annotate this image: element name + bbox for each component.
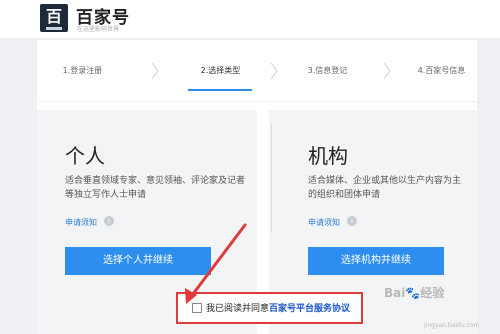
personal-title: 个人 xyxy=(65,144,105,168)
step-login: 1.登录注册 xyxy=(62,66,103,75)
brand-slogan: 在这里影响世界 xyxy=(77,26,120,33)
logo-glyph: 百 xyxy=(45,7,62,26)
logo-accent xyxy=(46,27,62,30)
baidu-jingyan-watermark: Bai🐾经验 xyxy=(384,286,445,300)
baijiahao-logo-icon[interactable]: 百 xyxy=(40,4,68,32)
org-description: 适合媒体、企业或其他以生产内容为主的组织和团体申请 xyxy=(308,176,462,200)
org-title: 机构 xyxy=(308,144,348,168)
active-step-indicator xyxy=(188,89,252,91)
card-divider xyxy=(271,123,272,233)
agreement-text: 我已阅读并同意百家号平台服务协议 xyxy=(206,301,350,314)
agreement-highlight-box: 我已阅读并同意百家号平台服务协议 xyxy=(176,292,363,324)
service-agreement-link[interactable]: 百家号平台服务协议 xyxy=(269,304,350,314)
chevron-right-icon xyxy=(151,62,159,80)
watermark-url: jingyan.baidu.com xyxy=(424,322,480,329)
top-header: 百 百家号 在这里影响世界 xyxy=(0,0,500,38)
step-select-type: 2.选择类型 xyxy=(200,66,241,75)
agree-checkbox[interactable] xyxy=(192,303,202,313)
agreement-prefix: 我已阅读并同意 xyxy=(206,304,270,314)
chevron-right-icon xyxy=(270,62,278,80)
steps-divider xyxy=(37,101,477,102)
personal-apply-note-link[interactable]: 申请须知 xyxy=(65,217,97,228)
personal-description: 适合垂直领域专家、意见领袖、评论家及记者等独立写作人士申请 xyxy=(65,176,246,200)
select-personal-button[interactable]: 选择个人并继续 xyxy=(65,247,211,275)
step-info-register: 3.信息登记 xyxy=(307,66,348,75)
step-progress: 1.登录注册 2.选择类型 3.信息登记 4.百家号信息 xyxy=(37,40,477,110)
info-icon[interactable]: i xyxy=(347,216,357,226)
info-icon[interactable]: i xyxy=(104,216,114,226)
step-account-info: 4.百家号信息 xyxy=(417,66,466,75)
org-apply-note-link[interactable]: 申请须知 xyxy=(308,217,340,228)
select-org-button[interactable]: 选择机构并继续 xyxy=(308,247,444,275)
chevron-right-icon xyxy=(383,62,391,80)
